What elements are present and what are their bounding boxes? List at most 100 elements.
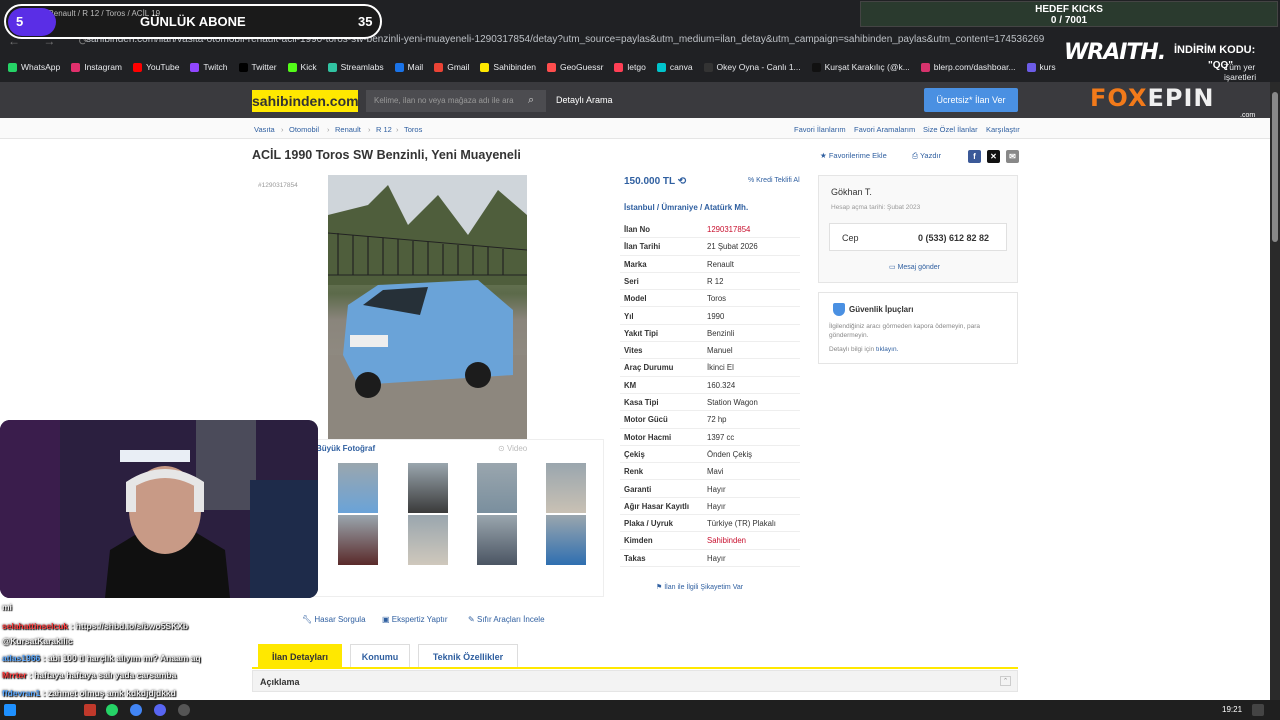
tab-location[interactable]: Konumu [350, 644, 410, 668]
send-message-link[interactable]: ▭ Mesaj gönder [889, 263, 940, 271]
breadcrumb: Vasıta › Otomobil › Renault › R 12 › Tor… [0, 118, 1270, 139]
bookmark-label: WhatsApp [21, 62, 61, 72]
bookmark-item[interactable]: blerp.com/dashboar... [920, 62, 1016, 72]
facebook-icon[interactable]: f [968, 150, 981, 163]
special-listings-link[interactable]: Size Özel İlanlar [923, 125, 978, 134]
bookmark-item[interactable]: kurs [1026, 62, 1056, 72]
bookmark-item[interactable]: YouTube [133, 62, 179, 72]
bookmark-item[interactable]: WhatsApp [8, 62, 60, 72]
print-button[interactable]: ⎙ Yazdır [912, 151, 941, 161]
mail-icon[interactable]: ✉ [1006, 150, 1019, 163]
bookmark-item[interactable]: Okey Oyna - Canlı 1... [703, 62, 801, 72]
expertise-button[interactable]: ▣ Ekspertiz Yaptır [382, 615, 448, 624]
bookmark-item[interactable]: letgo [614, 62, 646, 72]
search-input[interactable]: Kelime, ilan no veya mağaza adı ile ara … [366, 90, 546, 112]
spec-key: İlan Tarihi [624, 242, 661, 252]
app-icon[interactable] [84, 704, 96, 716]
x-icon[interactable]: ✕ [987, 150, 1000, 163]
notification-icon[interactable] [1252, 704, 1264, 716]
breadcrumb-r12[interactable]: R 12 [376, 125, 392, 134]
windows-start-icon[interactable] [4, 704, 16, 716]
spec-value: Renault [707, 259, 734, 269]
photo-thumbnail[interactable] [477, 463, 517, 513]
obs-icon[interactable] [178, 704, 190, 716]
search-icon[interactable]: ⌕ [528, 94, 534, 107]
bookmark-label: blerp.com/dashboar... [933, 62, 1016, 72]
new-cars-button[interactable]: ✎ Sıfır Araçları İncele [468, 615, 545, 624]
spec-key: Yakıt Tipi [624, 328, 659, 338]
percent-icon: % [748, 177, 757, 184]
bookmark-icon [546, 62, 556, 72]
search-placeholder: Kelime, ilan no veya mağaza adı ile ara [374, 96, 514, 105]
bookmark-item[interactable]: Sahibinden [480, 62, 536, 72]
seller-name[interactable]: Gökhan T. [831, 187, 872, 197]
collapse-icon[interactable]: ⌃ [1000, 676, 1011, 686]
photo-thumbnail[interactable] [408, 515, 448, 565]
bookmark-icon [811, 62, 821, 72]
breadcrumb-otomobil[interactable]: Otomobil [289, 125, 319, 134]
bookmark-item[interactable]: Kurşat Karakılıç (@k... [811, 62, 910, 72]
chat-username[interactable]: selahattinselcuk [2, 621, 68, 631]
breadcrumb-vasita[interactable]: Vasıta [254, 125, 275, 134]
chat-message: mi [2, 602, 12, 612]
photo-thumbnail[interactable] [477, 515, 517, 565]
spec-row: Motor Gücü 72 hp [620, 411, 800, 429]
photo-thumbnail[interactable] [338, 515, 378, 565]
sahibinden-logo[interactable]: sahibinden.com [252, 90, 359, 112]
favorite-listings-link[interactable]: Favori İlanlarım [794, 125, 846, 134]
description-header[interactable]: Açıklama ⌃ [252, 670, 1018, 692]
spec-row: Araç Durumu İkinci El [620, 359, 800, 377]
damage-query-button[interactable]: 🔧︎ Hasar Sorgula [302, 615, 366, 624]
bookmark-item[interactable]: Gmail [434, 62, 469, 72]
post-ad-button[interactable]: Ücretsiz* İlan Ver [924, 88, 1018, 112]
favorite-searches-link[interactable]: Favori Aramalarım [854, 125, 915, 134]
spec-key: Takas [624, 553, 646, 563]
bookmark-label: canva [669, 62, 693, 72]
chrome-icon[interactable] [130, 704, 142, 716]
daily-sub-count: 35 [358, 14, 373, 29]
bookmark-icon [1026, 62, 1036, 72]
chat-username[interactable]: Mrrter [2, 670, 27, 680]
photo-thumbnail[interactable] [546, 463, 586, 513]
chat-message: atlas1966 : abi 100 tl harçlık alıyım mı… [2, 653, 201, 663]
chat-username[interactable]: atlas1966 [2, 653, 40, 663]
tab-technical[interactable]: Teknik Özellikler [418, 644, 518, 668]
history-icon[interactable]: ⟲ [678, 176, 686, 187]
whatsapp-icon[interactable] [106, 704, 118, 716]
photo-thumbnail[interactable] [546, 515, 586, 565]
breadcrumb-toros[interactable]: Toros [404, 125, 422, 134]
spec-key: Yıl [624, 311, 634, 321]
loan-offer-link[interactable]: % Kredi Teklifi Al [748, 177, 800, 184]
spec-row: Marka Renault [620, 256, 800, 273]
bookmark-icon [614, 62, 624, 72]
chat-username[interactable]: ffdevran1 [2, 688, 40, 698]
spec-row: Renk Mavi [620, 463, 800, 481]
video-link[interactable]: ⊙ Video [498, 444, 527, 453]
bookmark-item[interactable]: GeoGuessr [546, 62, 603, 72]
photo-thumbnail[interactable] [338, 463, 378, 513]
large-photo-link[interactable]: Büyük Fotoğraf [316, 444, 375, 453]
foxepin-logo: FOXEPIN [1090, 84, 1215, 112]
bookmark-item[interactable]: Kick [287, 62, 317, 72]
tab-listing-details[interactable]: İlan Detayları [258, 644, 342, 668]
add-favorite-button[interactable]: ★ Favorilerime Ekle [820, 151, 887, 160]
spec-key: Çekiş [624, 449, 645, 459]
phone-box[interactable]: Cep 0 (533) 612 82 82 [829, 223, 1007, 251]
safety-tips-link[interactable]: tıklayın. [876, 346, 898, 353]
bookmark-item[interactable]: Twitch [190, 62, 228, 72]
photo-thumbnail[interactable] [408, 463, 448, 513]
report-listing-link[interactable]: ⚑ İlan ile İlgili Şikayetim Var [656, 583, 743, 591]
compare-link[interactable]: Karşılaştır [986, 125, 1020, 134]
discord-icon[interactable] [154, 704, 166, 716]
play-icon: ⊙ [498, 444, 507, 453]
bookmark-item[interactable]: Streamlabs [327, 62, 384, 72]
main-car-photo[interactable] [328, 175, 527, 439]
location-breadcrumb[interactable]: İstanbul / Ümraniye / Atatürk Mh. [624, 203, 748, 212]
bookmark-item[interactable]: Instagram [71, 62, 122, 72]
advanced-search-link[interactable]: Detaylı Arama [556, 95, 613, 105]
bookmark-item[interactable]: Twitter [238, 62, 277, 72]
bookmark-item[interactable]: Mail [394, 62, 423, 72]
breadcrumb-renault[interactable]: Renault [335, 125, 361, 134]
bookmark-item[interactable]: canva [656, 62, 693, 72]
scrollbar-thumb[interactable] [1272, 92, 1278, 242]
